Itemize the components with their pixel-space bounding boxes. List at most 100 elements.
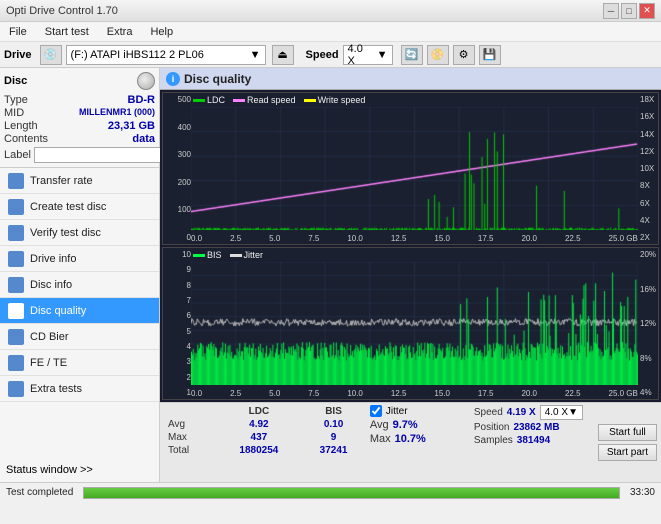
chart2-y-left: 10987654321 [163, 248, 191, 399]
menu-extra[interactable]: Extra [102, 24, 138, 40]
sidebar-item-disc-info[interactable]: Disc info [0, 272, 159, 298]
label-label: Label [4, 149, 31, 161]
disc-section: Disc Type BD-R MID MILLENMR1 (000) Lengt… [0, 68, 159, 168]
sidebar-item-extra-tests[interactable]: Extra tests [0, 376, 159, 402]
avg-bis: 0.10 [301, 418, 366, 431]
drive-info-icon [8, 251, 24, 267]
sidebar-item-transfer-rate[interactable]: Transfer rate [0, 168, 159, 194]
menu-help[interactable]: Help [145, 24, 178, 40]
sidebar-item-create-test-disc[interactable]: Create test disc [0, 194, 159, 220]
progress-container [83, 487, 620, 499]
total-ldc: 1880254 [217, 444, 302, 457]
speed-stat-label: Speed [474, 407, 503, 418]
sidebar-item-cd-bier[interactable]: CD Bier [0, 324, 159, 350]
speed-select[interactable]: 4.0 X ▼ [343, 45, 393, 65]
type-value: BD-R [128, 94, 156, 106]
content-area: i Disc quality LDC Read speed [160, 68, 661, 482]
fe-te-icon [8, 355, 24, 371]
verify-test-disc-icon [8, 225, 24, 241]
start-part-button[interactable]: Start part [598, 444, 657, 461]
jitter-section: Jitter [370, 405, 470, 417]
disc-info-icon [8, 277, 24, 293]
chart1-canvas [191, 107, 638, 230]
time-text: 33:30 [630, 487, 655, 498]
bottom-bar: Test completed 33:30 [0, 482, 661, 502]
menu-starttest[interactable]: Start test [40, 24, 94, 40]
refresh-button[interactable]: 🔄 [401, 45, 423, 65]
extra-tests-icon [8, 381, 24, 397]
drive-label: Drive [4, 49, 32, 61]
jitter-label: Jitter [386, 406, 408, 417]
status-text: Test completed [6, 487, 73, 498]
max-bis: 9 [301, 431, 366, 444]
start-buttons: Start full Start part [598, 405, 657, 480]
max-ldc: 437 [217, 431, 302, 444]
drive-select[interactable]: (F:) ATAPI iHBS112 2 PL06 ▼ [66, 45, 266, 65]
minimize-button[interactable]: ─ [603, 3, 619, 19]
chart-ldc: LDC Read speed Write speed 5004003002001… [162, 92, 659, 245]
start-full-button[interactable]: Start full [598, 424, 657, 441]
menu-file[interactable]: File [4, 24, 32, 40]
eject-button[interactable]: ⏏ [272, 45, 294, 65]
position-value: 23862 MB [513, 422, 559, 433]
disc-quality-icon [8, 303, 24, 319]
speed-stat-select[interactable]: 4.0 X▼ [540, 405, 583, 420]
save-button[interactable]: 💾 [479, 45, 501, 65]
label-input[interactable] [34, 147, 168, 163]
chart1-y-right: 18X16X14X12X10X8X6X4X2X [638, 93, 658, 244]
sidebar-item-disc-quality[interactable]: Disc quality [0, 298, 159, 324]
position-label: Position [474, 422, 510, 433]
drive-value: (F:) ATAPI iHBS112 2 PL06 [71, 49, 204, 61]
type-label: Type [4, 94, 28, 106]
sidebar-item-fe-te[interactable]: FE / TE [0, 350, 159, 376]
total-bis: 37241 [301, 444, 366, 457]
maximize-button[interactable]: □ [621, 3, 637, 19]
settings-button[interactable]: ⚙ [453, 45, 475, 65]
app-title: Opti Drive Control 1.70 [6, 5, 118, 17]
jitter-checkbox[interactable] [370, 405, 382, 417]
transfer-rate-icon [8, 173, 24, 189]
contents-value: data [132, 133, 155, 145]
speed-value: 4.0 X [348, 43, 373, 67]
stats-table: LDC BIS Avg 4.92 0.10 Max 437 9 Total [164, 405, 366, 480]
chart2-canvas [191, 262, 638, 385]
avg-label: Avg [164, 418, 217, 431]
status-window-button[interactable]: Status window >> [0, 457, 159, 482]
length-label: Length [4, 120, 38, 132]
right-stats: Speed 4.19 X 4.0 X▼ Position 23862 MB Sa… [474, 405, 594, 480]
drive-icon: 💿 [40, 45, 62, 65]
disc-quality-header: i Disc quality [160, 68, 661, 90]
contents-label: Contents [4, 133, 48, 145]
ldc-col-header: LDC [217, 405, 302, 418]
titlebar: Opti Drive Control 1.70 ─ □ ✕ [0, 0, 661, 22]
samples-label: Samples [474, 435, 513, 446]
speed-label: Speed [306, 49, 339, 61]
sidebar: Disc Type BD-R MID MILLENMR1 (000) Lengt… [0, 68, 160, 482]
samples-value: 381494 [517, 435, 550, 446]
burn-button[interactable]: 📀 [427, 45, 449, 65]
bis-col-header: BIS [301, 405, 366, 418]
total-label: Total [164, 444, 217, 457]
cd-bier-icon [8, 329, 24, 345]
sidebar-item-verify-test-disc[interactable]: Verify test disc [0, 220, 159, 246]
disc-quality-header-icon: i [166, 72, 180, 86]
max-label: Max [164, 431, 217, 444]
progress-bar [84, 488, 619, 498]
disc-image-icon [137, 72, 155, 90]
jitter-max-value: 10.7% [395, 433, 426, 445]
close-button[interactable]: ✕ [639, 3, 655, 19]
disc-title: Disc [4, 75, 27, 87]
jitter-avg-value: 9.7% [393, 419, 418, 431]
jitter-max-label: Max [370, 433, 391, 445]
disc-quality-title: Disc quality [184, 72, 251, 86]
stats-bar: LDC BIS Avg 4.92 0.10 Max 437 9 Total [160, 402, 661, 482]
avg-ldc: 4.92 [217, 418, 302, 431]
mid-value: MILLENMR1 (000) [79, 107, 155, 119]
sidebar-item-drive-info[interactable]: Drive info [0, 246, 159, 272]
mid-label: MID [4, 107, 24, 119]
chart-bis: BIS Jitter 10987654321 20%16%12%8%4% 0.0… [162, 247, 659, 400]
menubar: File Start test Extra Help [0, 22, 661, 42]
length-value: 23,31 GB [108, 120, 155, 132]
speed-stat-value: 4.19 X [507, 407, 536, 418]
chart2-legend: BIS Jitter [193, 250, 263, 260]
